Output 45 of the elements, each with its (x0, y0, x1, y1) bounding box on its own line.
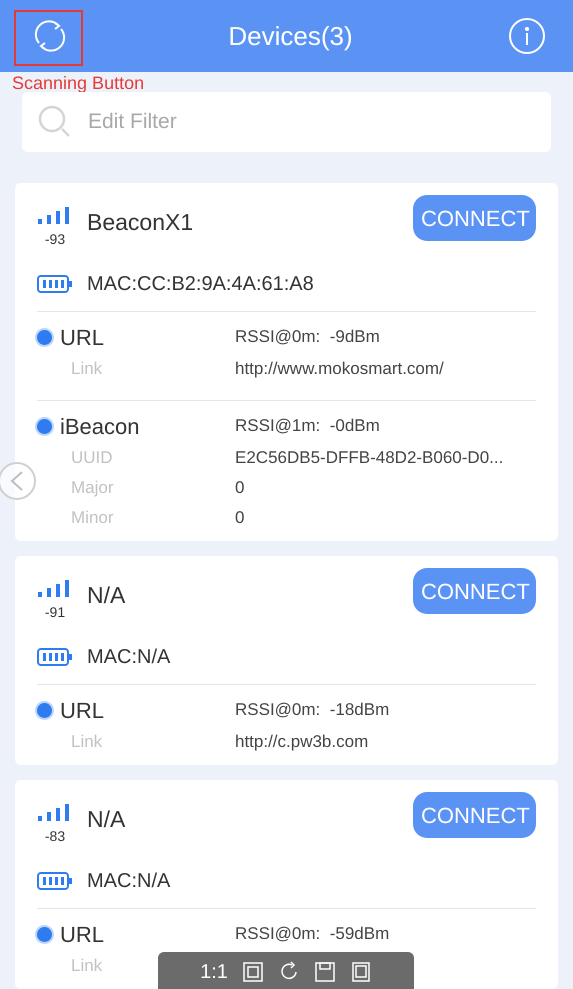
field-value: 0 (235, 507, 244, 530)
frame-type: iBeacon (60, 412, 140, 440)
fit-icon[interactable] (242, 961, 264, 983)
device-name: N/A (87, 581, 126, 610)
frame-type: URL (60, 920, 104, 948)
field-value: E2C56DB5-DFFB-48D2-B060-D0... (235, 447, 504, 470)
field-label: Major (71, 478, 114, 497)
battery-icon (37, 647, 73, 667)
field-value: http://www.mokosmart.com/ (235, 358, 444, 380)
filter-field[interactable]: Edit Filter (22, 92, 551, 152)
rssi-value: -93 (44, 230, 66, 249)
battery-icon (37, 871, 73, 891)
field-value: http://c.pw3b.com (235, 731, 368, 754)
field-label: Link (71, 732, 102, 751)
page-title: Devices(3) (228, 20, 353, 52)
connect-button[interactable]: CONNECT (413, 792, 536, 838)
search-icon (38, 105, 72, 139)
frame-type: URL (60, 324, 104, 352)
save-icon[interactable] (314, 961, 336, 983)
mac-address: MAC:N/A (87, 869, 170, 894)
annotation-frame (14, 10, 83, 66)
device-name: N/A (87, 805, 126, 834)
rssi-reading: RSSI@0m: -18dBm (235, 699, 390, 722)
connect-button[interactable]: CONNECT (413, 568, 536, 614)
annotation-label: Scanning Button (12, 74, 144, 92)
rssi-value: -91 (44, 603, 66, 622)
zoom-label[interactable]: 1:1 (200, 957, 228, 987)
connect-button[interactable]: CONNECT (413, 195, 536, 241)
field-label: Link (71, 956, 102, 975)
mac-address: MAC:N/A (87, 645, 170, 670)
device-name: BeaconX1 (87, 208, 194, 237)
field-value: 0 (235, 477, 244, 500)
mac-address: MAC:CC:B2:9A:4A:61:A8 (87, 272, 314, 297)
frame-type: URL (60, 696, 104, 724)
rssi-reading: RSSI@1m: -0dBm (235, 415, 380, 438)
info-icon (523, 26, 531, 46)
field-label: Link (71, 359, 102, 378)
info-button[interactable] (509, 18, 545, 54)
chevron-left-icon (9, 470, 25, 492)
field-label: Minor (71, 508, 114, 527)
rssi-reading: RSSI@0m: -9dBm (235, 326, 380, 348)
rssi-value: -83 (44, 827, 66, 846)
battery-icon (37, 274, 73, 294)
rssi-reading: RSSI@0m: -59dBm (235, 923, 390, 946)
field-label: UUID (71, 448, 113, 467)
